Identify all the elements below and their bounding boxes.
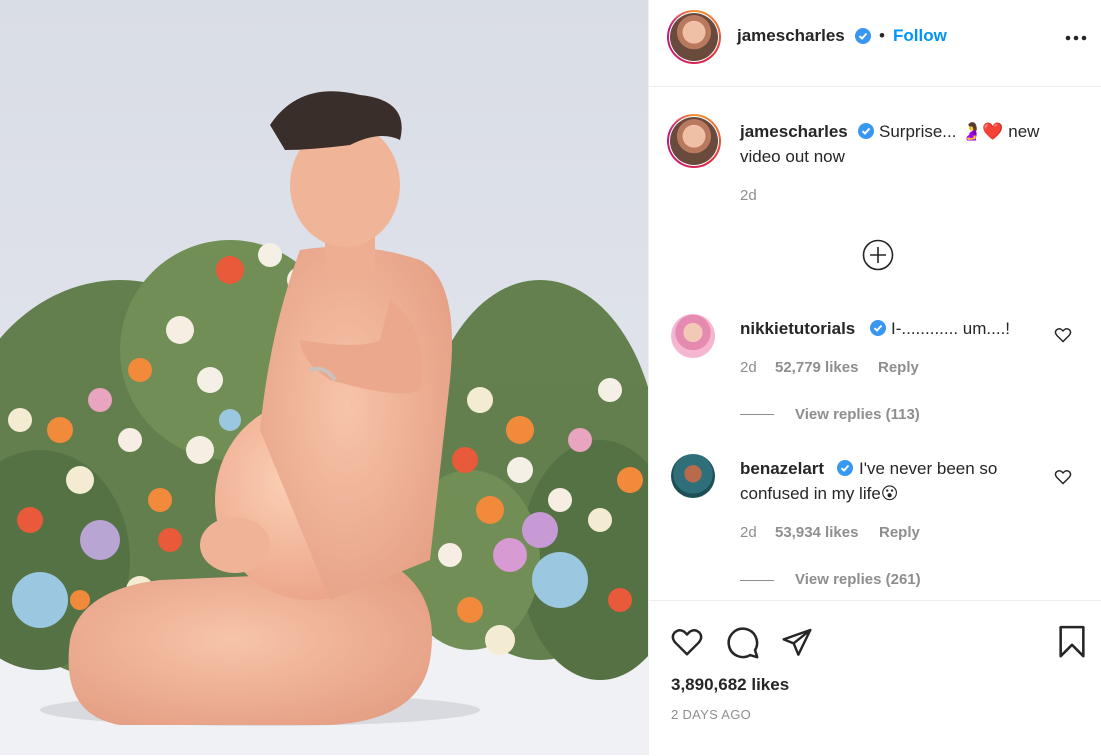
comment-username[interactable]: benazelart bbox=[740, 459, 824, 479]
verified-badge-icon bbox=[870, 320, 886, 336]
comment-like-heart-icon[interactable] bbox=[1054, 327, 1072, 343]
replies-divider bbox=[740, 580, 774, 581]
comment-reply-button[interactable]: Reply bbox=[879, 524, 920, 541]
post-date[interactable]: 2 DAYS AGO bbox=[671, 707, 751, 722]
comment-time[interactable]: 2d bbox=[740, 524, 757, 541]
comment-likes[interactable]: 52,779 likes bbox=[775, 359, 858, 376]
commenter-avatar[interactable] bbox=[671, 314, 715, 358]
caption-text-line2: video out now bbox=[740, 147, 845, 166]
follow-dot: • bbox=[879, 26, 885, 45]
verified-badge-icon bbox=[855, 28, 871, 44]
share-icon[interactable] bbox=[781, 627, 813, 657]
heart-icon[interactable] bbox=[670, 627, 704, 657]
post-panel: jamescharles • Follow jamescharles Surpr… bbox=[648, 0, 1101, 755]
comment-text-line2: confused in my life😮 bbox=[740, 484, 899, 503]
comment-like-heart-icon[interactable] bbox=[1054, 469, 1072, 485]
comment-time[interactable]: 2d bbox=[740, 359, 757, 376]
author-avatar[interactable] bbox=[667, 10, 721, 64]
caption-username[interactable]: jamescharles bbox=[740, 122, 848, 142]
comment-username[interactable]: nikkietutorials bbox=[740, 319, 855, 339]
post-header: jamescharles • Follow bbox=[649, 0, 1101, 87]
verified-badge-icon bbox=[858, 123, 874, 139]
bookmark-icon[interactable] bbox=[1057, 625, 1087, 659]
more-horizontal-icon[interactable] bbox=[1065, 34, 1087, 42]
commenter-avatar[interactable] bbox=[671, 454, 715, 498]
caption-text-line1: Surprise... 🤰❤️ new bbox=[879, 122, 1040, 141]
post-image bbox=[0, 0, 648, 755]
follow-button[interactable]: Follow bbox=[893, 26, 947, 46]
view-replies-button[interactable]: View replies (261) bbox=[795, 571, 921, 588]
author-username[interactable]: jamescharles bbox=[737, 26, 845, 46]
replies-divider bbox=[740, 414, 774, 415]
comment-icon[interactable] bbox=[726, 626, 760, 660]
verified-badge-icon bbox=[837, 460, 853, 476]
view-replies-button[interactable]: View replies (113) bbox=[795, 406, 920, 423]
caption-time[interactable]: 2d bbox=[740, 187, 757, 204]
plus-circle-icon[interactable] bbox=[862, 239, 894, 271]
likes-count[interactable]: 3,890,682 likes bbox=[671, 675, 789, 695]
comment-likes[interactable]: 53,934 likes bbox=[775, 524, 858, 541]
caption-avatar[interactable] bbox=[667, 114, 721, 168]
comment-reply-button[interactable]: Reply bbox=[878, 359, 919, 376]
action-bar: 3,890,682 likes 2 DAYS AGO bbox=[649, 600, 1101, 756]
post-photo[interactable] bbox=[0, 0, 648, 755]
comment-text: I-............ um....! bbox=[891, 319, 1011, 338]
comment-text-line1: I've never been so bbox=[859, 459, 998, 478]
